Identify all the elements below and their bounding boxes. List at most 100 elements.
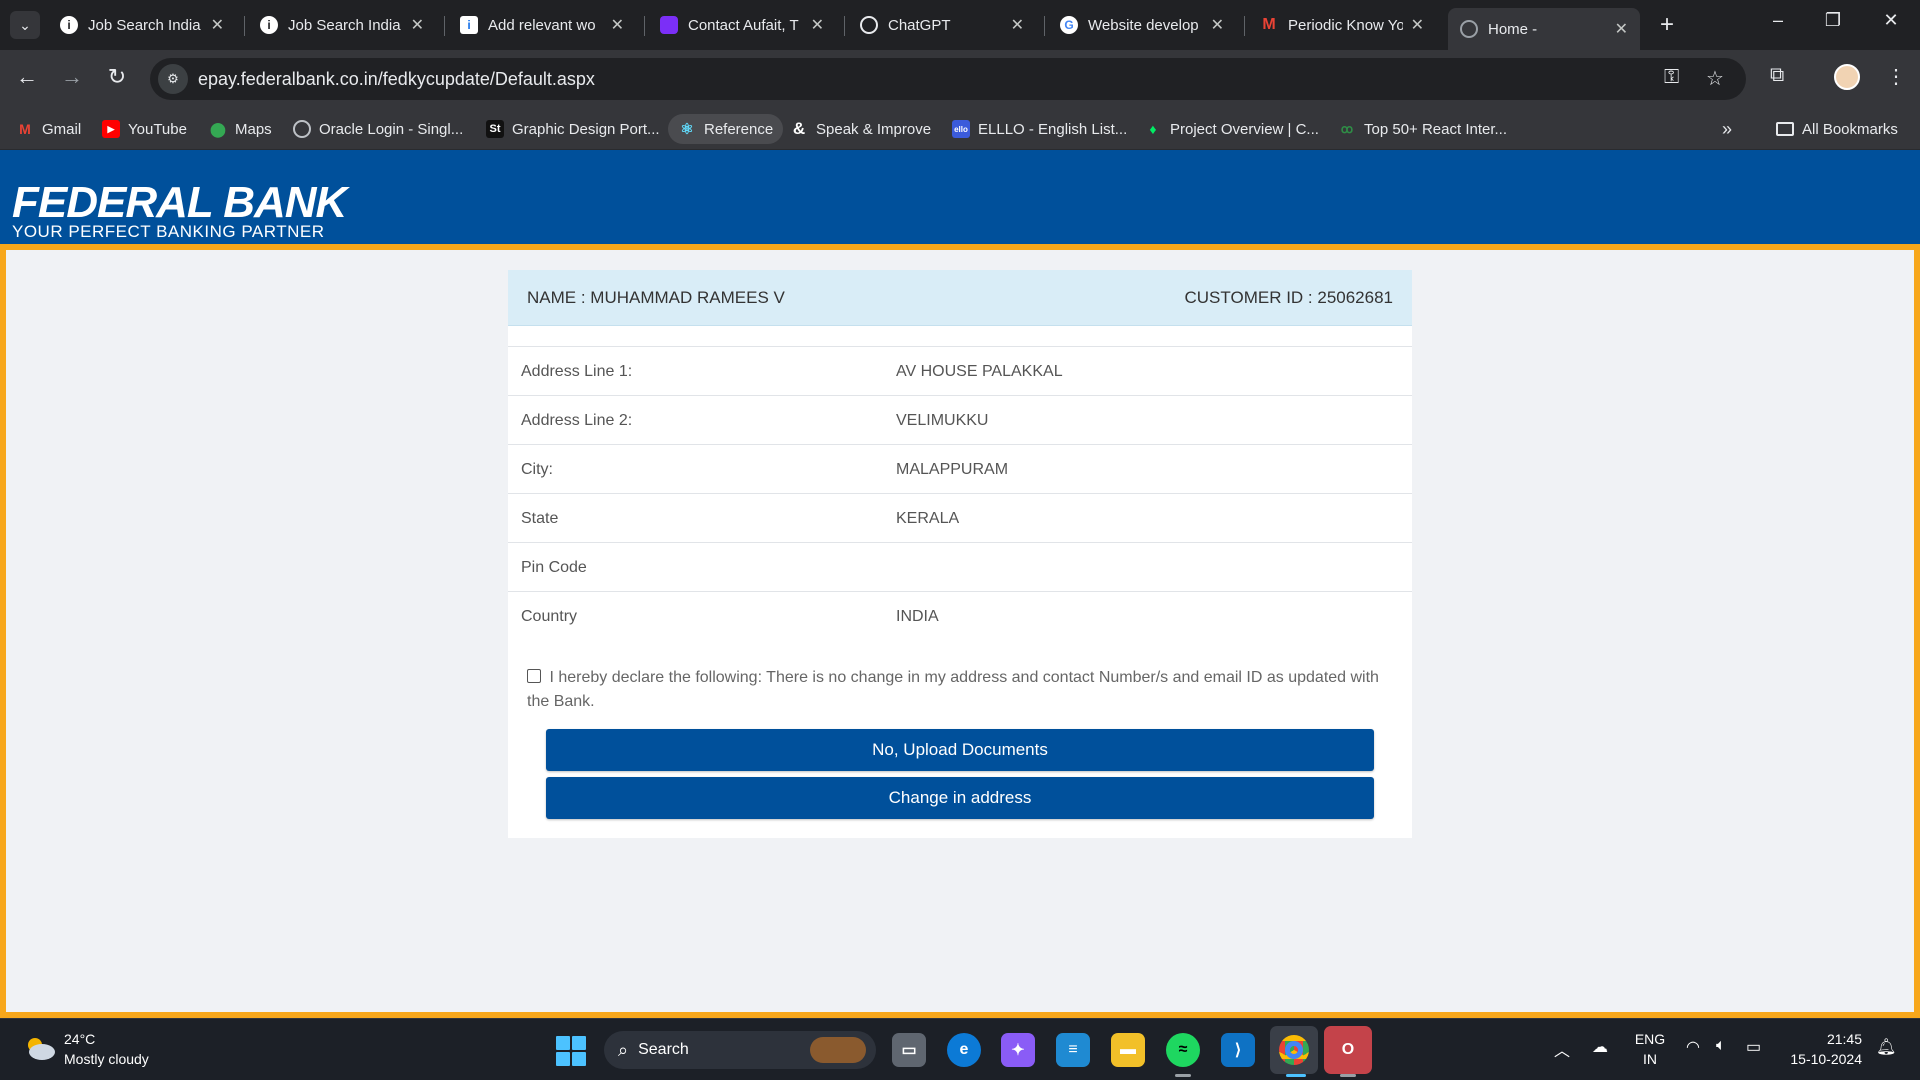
tab-add-relevant[interactable]: i Add relevant wo ✕ <box>448 8 636 42</box>
close-icon[interactable]: ✕ <box>1211 15 1224 35</box>
google-icon: G <box>1060 16 1078 34</box>
bookmark-gmail[interactable]: M Gmail <box>10 114 87 144</box>
notification-bell-icon[interactable]: 🔔︎ <box>1876 1037 1896 1057</box>
running-indicator <box>1286 1074 1306 1077</box>
tab-strip: ⌄ i Job Search India ✕ i Job Search Indi… <box>0 0 1920 50</box>
bookmarks-overflow-chevron-icon[interactable]: » <box>1716 114 1738 144</box>
customer-id: CUSTOMER ID : 25062681 <box>1184 288 1394 307</box>
globe-icon <box>1460 20 1478 38</box>
search-icon: ⌕ <box>618 1039 629 1060</box>
task-view-icon[interactable]: ▭ <box>892 1033 926 1067</box>
notepad-icon[interactable]: ≡ <box>1056 1033 1090 1067</box>
bookmark-speak-improve[interactable]: & Speak & Improve <box>784 114 937 144</box>
close-icon[interactable]: ✕ <box>1011 15 1024 35</box>
profile-avatar[interactable] <box>1834 64 1860 90</box>
close-icon[interactable]: ✕ <box>411 15 424 35</box>
partly-cloudy-icon[interactable] <box>22 1035 56 1061</box>
ello-icon: ello <box>952 120 970 138</box>
outlook-icon[interactable]: O <box>1324 1026 1372 1074</box>
search-highlight-image <box>810 1037 866 1063</box>
minimize-icon[interactable]: – <box>1758 10 1798 31</box>
bookmark-graphic-design[interactable]: St Graphic Design Port... <box>480 114 666 144</box>
url-text[interactable]: epay.federalbank.co.in/fedkycupdate/Defa… <box>198 69 595 90</box>
st-icon: St <box>486 120 504 138</box>
close-icon[interactable]: ✕ <box>1615 19 1628 39</box>
clock-time[interactable]: 21:45 <box>1782 1031 1862 1047</box>
weather-temperature[interactable]: 24°C <box>64 1031 95 1047</box>
spotify-icon[interactable]: ≈ <box>1166 1033 1200 1067</box>
restore-icon[interactable]: ❐ <box>1813 10 1853 31</box>
customer-header: NAME : MUHAMMAD RAMEES V CUSTOMER ID : 2… <box>508 270 1412 326</box>
back-arrow-icon[interactable]: ← <box>12 64 42 90</box>
tab-home-active[interactable]: Home - ✕ <box>1448 8 1640 50</box>
tab-job-search-2[interactable]: i Job Search India ✕ <box>248 8 436 42</box>
bookmark-oracle[interactable]: Oracle Login - Singl... <box>287 114 469 144</box>
copilot-icon[interactable]: ✦ <box>1001 1033 1035 1067</box>
close-icon[interactable]: ✕ <box>811 15 824 35</box>
extensions-puzzle-icon[interactable]: ⧉ <box>1770 64 1784 87</box>
windows-start-icon[interactable] <box>556 1036 586 1066</box>
state-value: KERALA <box>896 510 960 527</box>
address-line2-label: Address Line 2: <box>521 412 633 429</box>
tab-contact-aufait[interactable]: Contact Aufait, T ✕ <box>648 8 836 42</box>
declaration-checkbox[interactable] <box>527 669 541 683</box>
close-icon[interactable]: ✕ <box>611 15 624 35</box>
tab-website-develop[interactable]: G Website develop ✕ <box>1048 8 1236 42</box>
reload-icon[interactable]: ↻ <box>102 64 132 90</box>
pin-code-label: Pin Code <box>521 559 587 576</box>
language-bottom[interactable]: IN <box>1630 1051 1670 1067</box>
table-row: Pin Code <box>508 542 1412 592</box>
tab-job-search-1[interactable]: i Job Search India ✕ <box>48 8 236 42</box>
all-bookmarks[interactable]: All Bookmarks <box>1770 114 1904 144</box>
chrome-icon[interactable] <box>1270 1026 1318 1074</box>
password-key-icon[interactable]: ⚿ <box>1664 66 1679 89</box>
maps-icon: ⬤ <box>210 120 226 137</box>
forward-arrow-icon[interactable]: → <box>57 64 87 90</box>
kyc-card: NAME : MUHAMMAD RAMEES V CUSTOMER ID : 2… <box>508 270 1412 838</box>
bookmark-top-react[interactable]: ꝏ Top 50+ React Inter... <box>1332 114 1513 144</box>
running-indicator <box>1340 1074 1356 1077</box>
tab-search-chevron-icon[interactable]: ⌄ <box>10 11 40 39</box>
federal-bank-logo: FEDERAL BANK <box>12 178 347 227</box>
bookmark-maps[interactable]: ⬤ Maps <box>203 114 278 144</box>
bookmark-star-icon[interactable]: ☆ <box>1706 66 1724 91</box>
wifi-icon[interactable]: ◠ <box>1686 1037 1700 1057</box>
close-icon[interactable]: ✕ <box>211 15 224 35</box>
chevron-up-icon[interactable]: ︿ <box>1554 1037 1570 1061</box>
purple-app-icon <box>660 16 678 34</box>
close-icon[interactable]: ✕ <box>1411 15 1424 35</box>
state-label: State <box>521 510 559 527</box>
address-line1-label: Address Line 1: <box>521 363 633 380</box>
tab-chatgpt[interactable]: ChatGPT ✕ <box>848 8 1036 42</box>
language-top[interactable]: ENG <box>1630 1031 1670 1047</box>
vscode-icon[interactable]: ⟩ <box>1221 1033 1255 1067</box>
gfg-icon: ꝏ <box>1340 122 1354 136</box>
clock-date[interactable]: 15-10-2024 <box>1782 1051 1862 1067</box>
site-settings-icon[interactable]: ⚙ <box>158 64 188 94</box>
declaration-text: I hereby declare the following: There is… <box>527 669 1379 710</box>
bookmark-project-overview[interactable]: ♦ Project Overview | C... <box>1138 114 1325 144</box>
tab-periodic-know[interactable]: M Periodic Know Yo ✕ <box>1248 8 1436 42</box>
bookmark-ello[interactable]: ello ELLLO - English List... <box>946 114 1133 144</box>
volume-icon[interactable]: 🔈︎ <box>1716 1037 1726 1055</box>
address-line1-value: AV HOUSE PALAKKAL <box>896 363 1063 380</box>
battery-icon[interactable]: ▭ <box>1746 1037 1761 1057</box>
new-tab-plus-icon[interactable]: + <box>1652 11 1682 39</box>
address-bar[interactable]: ⚙ epay.federalbank.co.in/fedkycupdate/De… <box>150 58 1746 100</box>
country-label: Country <box>521 608 578 625</box>
window-close-icon[interactable]: ✕ <box>1871 10 1911 31</box>
bookmark-youtube[interactable]: ▶ YouTube <box>96 114 193 144</box>
upload-documents-button[interactable]: No, Upload Documents <box>546 729 1374 771</box>
onedrive-cloud-icon[interactable]: ☁ <box>1592 1037 1608 1057</box>
taskbar-search[interactable]: ⌕ Search <box>604 1031 876 1069</box>
page-content: FEDERAL BANK YOUR PERFECT BANKING PARTNE… <box>0 150 1920 1018</box>
edge-icon[interactable]: e <box>947 1033 981 1067</box>
bookmark-doc-icon: i <box>460 16 478 34</box>
bookmarks-bar: M Gmail ▶ YouTube ⬤ Maps Oracle Login - … <box>0 108 1920 150</box>
change-address-button[interactable]: Change in address <box>546 777 1374 819</box>
federal-bank-header: FEDERAL BANK YOUR PERFECT BANKING PARTNE… <box>0 150 1920 250</box>
bookmark-reference[interactable]: ⚛ Reference <box>668 114 784 144</box>
menu-kebab-icon[interactable]: ⋮ <box>1886 64 1906 89</box>
weather-description[interactable]: Mostly cloudy <box>64 1051 149 1067</box>
file-explorer-icon[interactable]: ▬ <box>1111 1033 1145 1067</box>
